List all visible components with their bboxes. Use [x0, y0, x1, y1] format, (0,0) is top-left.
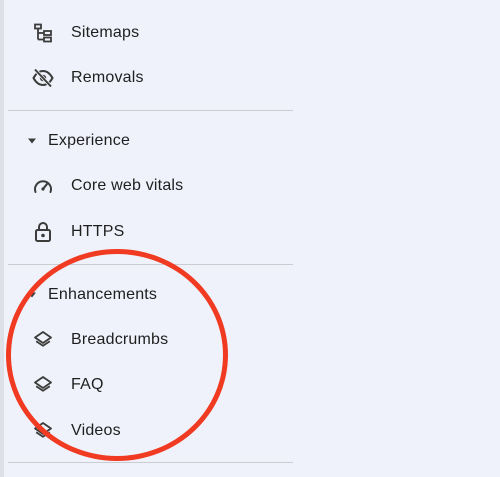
section-toggle-enhancements[interactable]: Enhancements: [4, 277, 284, 313]
layers-icon: [32, 420, 54, 442]
search-console-sidebar-page: Sitemaps Removals Experience Core web vi…: [0, 0, 500, 477]
sidebar-item-https[interactable]: HTTPS: [4, 212, 284, 252]
section-toggle-experience[interactable]: Experience: [4, 123, 284, 159]
sidebar-item-core-web-vitals[interactable]: Core web vitals: [4, 166, 284, 206]
sidebar-item-label: HTTPS: [71, 223, 125, 240]
speed-gauge-icon: [32, 175, 54, 197]
sidebar-item-label: Videos: [71, 422, 121, 439]
sidebar-item-label: Removals: [71, 69, 144, 86]
sidebar-divider: [8, 264, 293, 265]
layers-icon: [32, 329, 54, 351]
sidebar-item-label: Sitemaps: [71, 24, 140, 41]
section-label: Experience: [48, 132, 131, 149]
sidebar-item-videos[interactable]: Videos: [4, 411, 284, 451]
section-label: Enhancements: [48, 286, 158, 303]
lock-icon: [32, 221, 54, 243]
layers-icon: [32, 374, 54, 396]
caret-down-icon: [28, 292, 36, 298]
sidebar-item-label: FAQ: [71, 376, 104, 393]
sidebar-divider: [8, 462, 293, 463]
eye-off-icon: [32, 67, 54, 89]
sidebar-divider: [8, 110, 293, 111]
sidebar-item-label: Core web vitals: [71, 177, 184, 194]
sitemap-icon: [32, 22, 54, 44]
sidebar-item-sitemaps[interactable]: Sitemaps: [4, 13, 284, 53]
sidebar-item-breadcrumbs[interactable]: Breadcrumbs: [4, 320, 284, 360]
sidebar-item-removals[interactable]: Removals: [4, 58, 284, 98]
sidebar-item-label: Breadcrumbs: [71, 331, 169, 348]
sidebar-nav: Sitemaps Removals Experience Core web vi…: [4, 0, 294, 477]
caret-down-icon: [28, 138, 36, 144]
sidebar-item-faq[interactable]: FAQ: [4, 365, 284, 405]
